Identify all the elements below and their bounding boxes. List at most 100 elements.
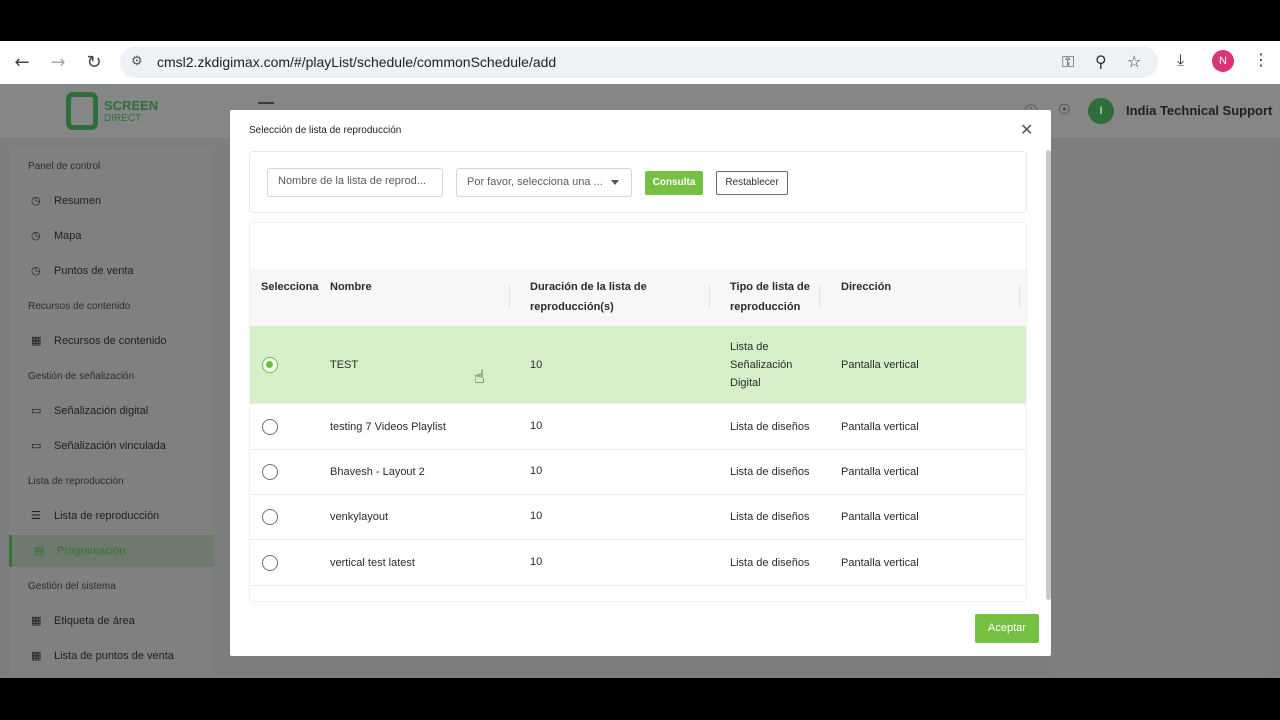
row-name: testing 7 Videos Playlist bbox=[330, 421, 446, 433]
query-button[interactable]: Consulta bbox=[645, 171, 703, 195]
sidebar-section-system: Gestión del sistema bbox=[28, 581, 116, 592]
sidebar-item-recursos[interactable]: ▦ Recursos de contenido bbox=[31, 334, 167, 347]
close-icon[interactable]: ✕ bbox=[1020, 120, 1033, 139]
key-icon[interactable]: ⚿ bbox=[1062, 52, 1074, 72]
forward-icon[interactable]: → bbox=[46, 51, 70, 75]
sidebar-item-label: Resumen bbox=[54, 195, 102, 207]
column-header-type: Tipo de lista de reproducción bbox=[730, 281, 810, 313]
table-row[interactable]: Bhavesh - Layout 2 10 Lista de diseños P… bbox=[250, 450, 1026, 495]
row-duration: 10 bbox=[530, 359, 543, 371]
table-row[interactable]: venkylayout 10 Lista de diseños Pantalla… bbox=[250, 495, 1026, 540]
sidebar-item-etiqueta-area[interactable]: ▦ Etiqueta de área bbox=[31, 614, 135, 627]
dialog-title: Selección de lista de reproducción bbox=[249, 125, 402, 136]
row-radio[interactable] bbox=[262, 419, 278, 435]
sidebar-section-playlist: Lista de reproducción bbox=[28, 476, 124, 487]
user-name[interactable]: India Technical Support bbox=[1126, 103, 1272, 118]
row-radio[interactable] bbox=[262, 555, 278, 571]
playlist-selection-dialog: Selección de lista de reproducción ✕ Nom… bbox=[230, 110, 1051, 656]
reset-button[interactable]: Restablecer bbox=[716, 171, 788, 195]
logo: SCREEN DIRECT bbox=[66, 90, 166, 132]
column-header-duration: Duración de la lista de reproducción(s) bbox=[530, 281, 647, 313]
sidebar-item-label: Lista de puntos de venta bbox=[54, 650, 174, 662]
star-icon[interactable]: ☆ bbox=[1127, 52, 1141, 71]
row-duration: 10 bbox=[530, 465, 543, 477]
reload-icon[interactable]: ↻ bbox=[82, 51, 106, 75]
sidebar-section-dashboard: Panel de control bbox=[28, 161, 101, 172]
sidebar-item-puntos-de-venta[interactable]: ◷ Puntos de venta bbox=[31, 264, 134, 277]
row-type: Lista de diseños bbox=[730, 511, 810, 523]
sidebar-item-label: Programación bbox=[57, 545, 126, 557]
globe-icon[interactable]: ☉ bbox=[1058, 102, 1071, 118]
column-header-direction: Dirección bbox=[841, 281, 892, 293]
schedule-icon: ▤ bbox=[34, 544, 45, 557]
sidebar-item-mapa[interactable]: ◷ Mapa bbox=[31, 229, 82, 242]
site-settings-icon[interactable]: ⚙ bbox=[131, 54, 143, 69]
row-type: Lista de diseños bbox=[730, 557, 810, 569]
sidebar-item-senalizacion-vinculada[interactable]: ▭ Señalización vinculada bbox=[31, 439, 166, 452]
column-divider bbox=[1019, 285, 1020, 309]
sidebar-item-label: Lista de reproducción bbox=[54, 510, 160, 522]
column-divider bbox=[709, 285, 710, 309]
profile-avatar[interactable]: N bbox=[1212, 50, 1234, 72]
column-header-name: Nombre bbox=[330, 281, 372, 293]
sidebar: Panel de control ◷ Resumen ◷ Mapa ◷ Puntos … bbox=[9, 145, 214, 678]
sidebar-item-label: Mapa bbox=[54, 230, 82, 242]
table-row[interactable]: TEST 10 Lista de Señalización Digital Pa… bbox=[250, 326, 1026, 404]
row-radio[interactable] bbox=[262, 357, 278, 373]
sidebar-section-signage: Gestión de señalización bbox=[28, 371, 135, 382]
row-type: Lista de Señalización Digital bbox=[730, 341, 793, 389]
accept-button[interactable]: Aceptar bbox=[975, 614, 1039, 643]
dialog-scrollbar[interactable] bbox=[1046, 150, 1051, 600]
tag-icon: ▦ bbox=[31, 614, 42, 627]
sidebar-item-label: Señalización digital bbox=[54, 405, 149, 417]
playlist-icon: ☰ bbox=[31, 509, 41, 522]
user-avatar[interactable]: I bbox=[1088, 98, 1114, 124]
column-header-select: Selecciona bbox=[261, 281, 319, 293]
row-direction: Pantalla vertical bbox=[841, 421, 919, 433]
monitor-icon: ▭ bbox=[31, 404, 42, 417]
main-content-panel bbox=[1052, 146, 1268, 678]
playlist-name-input[interactable]: Nombre de la lista de reprod... bbox=[267, 168, 443, 197]
url-text[interactable]: cmsl2.zkdigimax.com/#/playList/schedule/… bbox=[157, 54, 556, 70]
row-type: Lista de diseños bbox=[730, 466, 810, 478]
store-icon: ◷ bbox=[31, 264, 41, 277]
dashboard-icon: ◷ bbox=[31, 194, 41, 207]
sidebar-item-lista-puntos[interactable]: ▦ Lista de puntos de venta bbox=[31, 649, 174, 662]
chevron-down-icon[interactable] bbox=[611, 180, 619, 185]
row-name: TEST bbox=[330, 359, 359, 371]
row-direction: Pantalla vertical bbox=[841, 557, 919, 569]
address-bar[interactable]: ⚙ cmsl2.zkdigimax.com/#/playList/schedul… bbox=[120, 46, 1158, 78]
back-icon[interactable]: ← bbox=[10, 51, 34, 75]
sidebar-item-senalizacion-digital[interactable]: ▭ Señalización digital bbox=[31, 404, 148, 417]
map-icon: ◷ bbox=[31, 229, 41, 242]
row-duration: 10 bbox=[530, 510, 543, 522]
filter-bar: Nombre de la lista de reprod... Por favo… bbox=[249, 151, 1027, 213]
sidebar-item-label: Etiqueta de área bbox=[54, 615, 135, 627]
logo-subtext: DIRECT bbox=[104, 113, 142, 124]
row-name: vertical test latest bbox=[330, 557, 415, 569]
table-row[interactable]: testing 7 Videos Playlist 10 Lista de di… bbox=[250, 404, 1026, 450]
hand-cursor-icon: ☝ bbox=[474, 367, 485, 388]
row-direction: Pantalla vertical bbox=[841, 359, 919, 371]
row-type: Lista de diseños bbox=[730, 421, 810, 433]
folder-icon: ▦ bbox=[31, 334, 42, 347]
zoom-icon[interactable]: ⚲ bbox=[1095, 52, 1107, 71]
row-name: venkylayout bbox=[330, 511, 389, 523]
sidebar-item-resumen[interactable]: ◷ Resumen bbox=[31, 194, 101, 207]
row-duration: 10 bbox=[530, 556, 543, 568]
linked-monitor-icon: ▭ bbox=[31, 439, 42, 452]
menu-dots-icon[interactable]: ⋮ bbox=[1253, 50, 1269, 69]
column-divider bbox=[509, 285, 510, 309]
row-radio[interactable] bbox=[262, 509, 278, 525]
download-icon[interactable]: ⤓ bbox=[1177, 50, 1184, 70]
list-icon: ▦ bbox=[31, 649, 42, 662]
row-radio[interactable] bbox=[262, 464, 278, 480]
column-divider bbox=[819, 285, 820, 309]
logo-mark bbox=[66, 92, 98, 130]
table-row[interactable]: vertical test latest 10 Lista de diseños… bbox=[250, 540, 1026, 586]
playlist-type-select[interactable]: Por favor, selecciona una ... bbox=[456, 168, 632, 197]
sidebar-item-programacion[interactable]: ▤ Programación bbox=[34, 544, 125, 557]
sidebar-item-label: Señalización vinculada bbox=[54, 440, 166, 452]
sidebar-item-lista-reproduccion[interactable]: ☰ Lista de reproducción bbox=[31, 509, 159, 522]
playlist-table: Selecciona Nombre Duración de la lista d… bbox=[249, 222, 1027, 602]
